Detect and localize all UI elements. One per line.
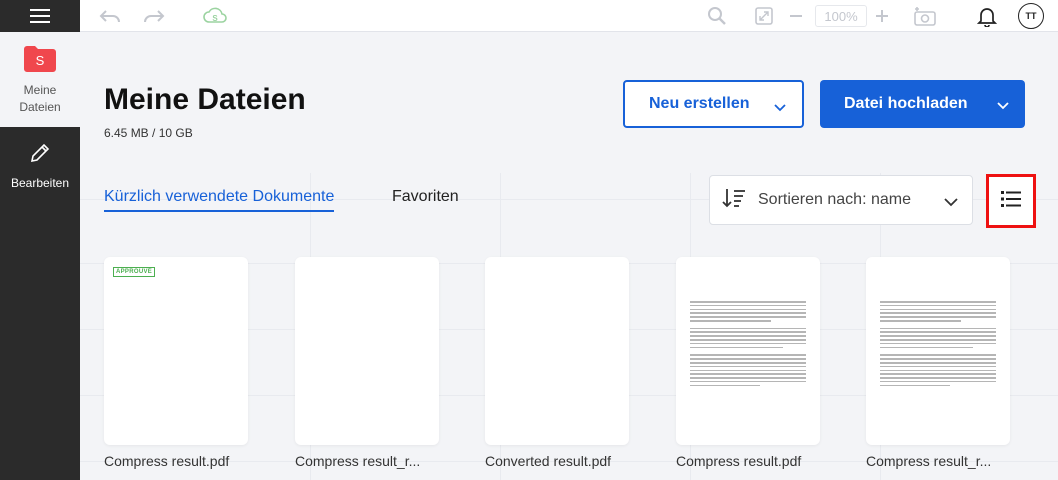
file-name[interactable]: Compress result.pdf [104, 453, 248, 469]
zoom-level[interactable]: 100% [815, 5, 867, 27]
file-thumbnail[interactable] [485, 257, 629, 445]
storage-usage: 6.45 MB / 10 GB [104, 126, 193, 140]
pencil-icon [29, 142, 51, 169]
file-thumbnail[interactable]: APPROUVÉ [104, 257, 248, 445]
redo-icon[interactable] [141, 4, 167, 28]
document-preview-text [690, 301, 806, 388]
undo-icon[interactable] [97, 4, 123, 28]
sort-label: Sortieren nach: name [758, 191, 911, 208]
folder-icon: S [24, 46, 56, 72]
avatar[interactable]: TT [1018, 3, 1044, 29]
sidebar: S Meine Dateien Bearbeiten [0, 32, 80, 480]
file-card[interactable]: APPROUVÉ Compress result.pdf [104, 257, 248, 469]
file-name[interactable]: Compress result.pdf [676, 453, 820, 469]
sidebar-item-my-files[interactable]: S Meine Dateien [0, 32, 80, 127]
chevron-down-icon [944, 194, 958, 212]
tab-recent-documents[interactable]: Kürzlich verwendete Dokumente [104, 188, 335, 212]
sidebar-item-label: Bearbeiten [10, 176, 70, 190]
file-name[interactable]: Compress result_r... [866, 453, 1010, 469]
upload-file-label: Datei hochladen [844, 95, 968, 112]
file-thumbnail[interactable] [866, 257, 1010, 445]
tab-favorites[interactable]: Favoriten [392, 188, 459, 206]
notification-bell-icon[interactable] [975, 4, 999, 28]
file-card[interactable]: Converted result.pdf [485, 257, 629, 469]
file-thumbnail[interactable] [676, 257, 820, 445]
zoom-out-icon[interactable] [787, 4, 805, 28]
list-view-icon [1001, 190, 1021, 213]
page-title: Meine Dateien [104, 83, 306, 116]
search-icon[interactable] [705, 4, 729, 28]
chevron-down-icon [774, 99, 786, 117]
camera-add-icon[interactable] [912, 4, 938, 28]
file-name[interactable]: Converted result.pdf [485, 453, 629, 469]
zoom-in-icon[interactable] [873, 4, 891, 28]
sort-dropdown[interactable]: Sortieren nach: name [709, 175, 973, 225]
sidebar-item-label: Meine Dateien [19, 83, 61, 114]
file-name[interactable]: Compress result_r... [295, 453, 439, 469]
list-view-toggle-button[interactable] [986, 174, 1036, 228]
new-document-label: Neu erstellen [649, 95, 750, 112]
file-card[interactable]: Compress result.pdf [676, 257, 820, 469]
svg-text:S: S [36, 53, 45, 68]
file-card[interactable]: Compress result_r... [866, 257, 1010, 469]
sidebar-item-edit[interactable]: Bearbeiten [0, 142, 80, 192]
upload-file-button[interactable]: Datei hochladen [820, 80, 1025, 128]
sort-icon [722, 187, 746, 214]
document-preview-text [880, 301, 996, 388]
approved-stamp: APPROUVÉ [113, 267, 156, 277]
cloud-sync-icon[interactable]: S [202, 4, 228, 28]
new-document-button[interactable]: Neu erstellen [623, 80, 804, 128]
top-toolbar: S 100% TT [0, 0, 1058, 32]
fit-screen-icon[interactable] [752, 4, 776, 28]
file-card[interactable]: Compress result_r... [295, 257, 439, 469]
chevron-down-icon [997, 97, 1009, 115]
file-thumbnail[interactable] [295, 257, 439, 445]
menu-icon[interactable] [0, 0, 80, 32]
svg-text:S: S [212, 14, 218, 23]
main-content: Meine Dateien 6.45 MB / 10 GB Neu erstel… [80, 33, 1058, 480]
